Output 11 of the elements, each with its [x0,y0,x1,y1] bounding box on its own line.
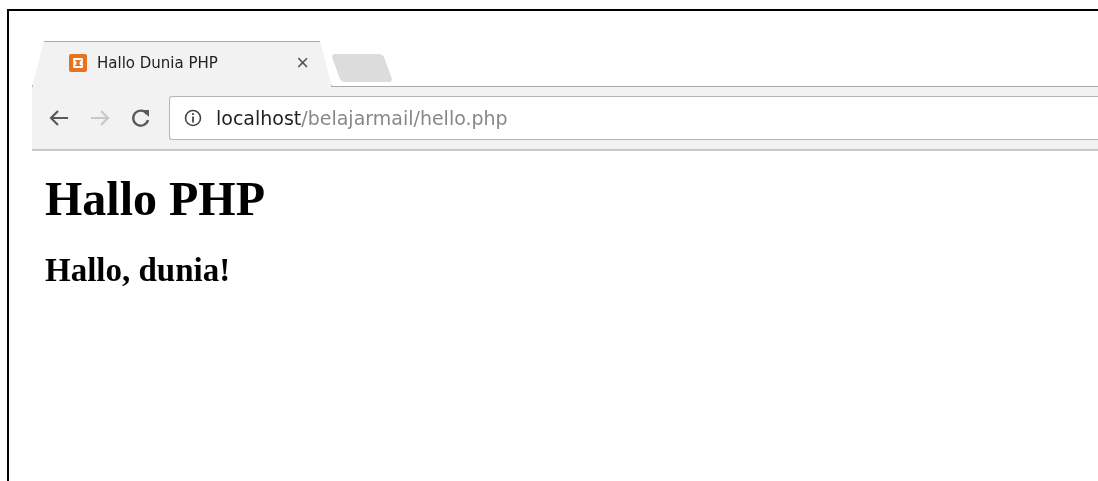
browser-tab[interactable]: Hallo Dunia PHP × [32,41,332,87]
reload-icon[interactable] [130,107,152,129]
page-heading: Hallo PHP [45,171,266,226]
close-button[interactable]: × [296,51,309,74]
page-subheading: Hallo, dunia! [45,252,232,289]
url-text: localhost/belajarmail/hello.php [216,107,508,129]
app-icon [69,53,87,72]
address-bar[interactable]: localhost/belajarmail/hello.php [169,96,1098,140]
back-icon[interactable] [48,108,70,128]
info-icon [184,109,202,127]
tab-title: Hallo Dunia PHP [97,53,219,72]
